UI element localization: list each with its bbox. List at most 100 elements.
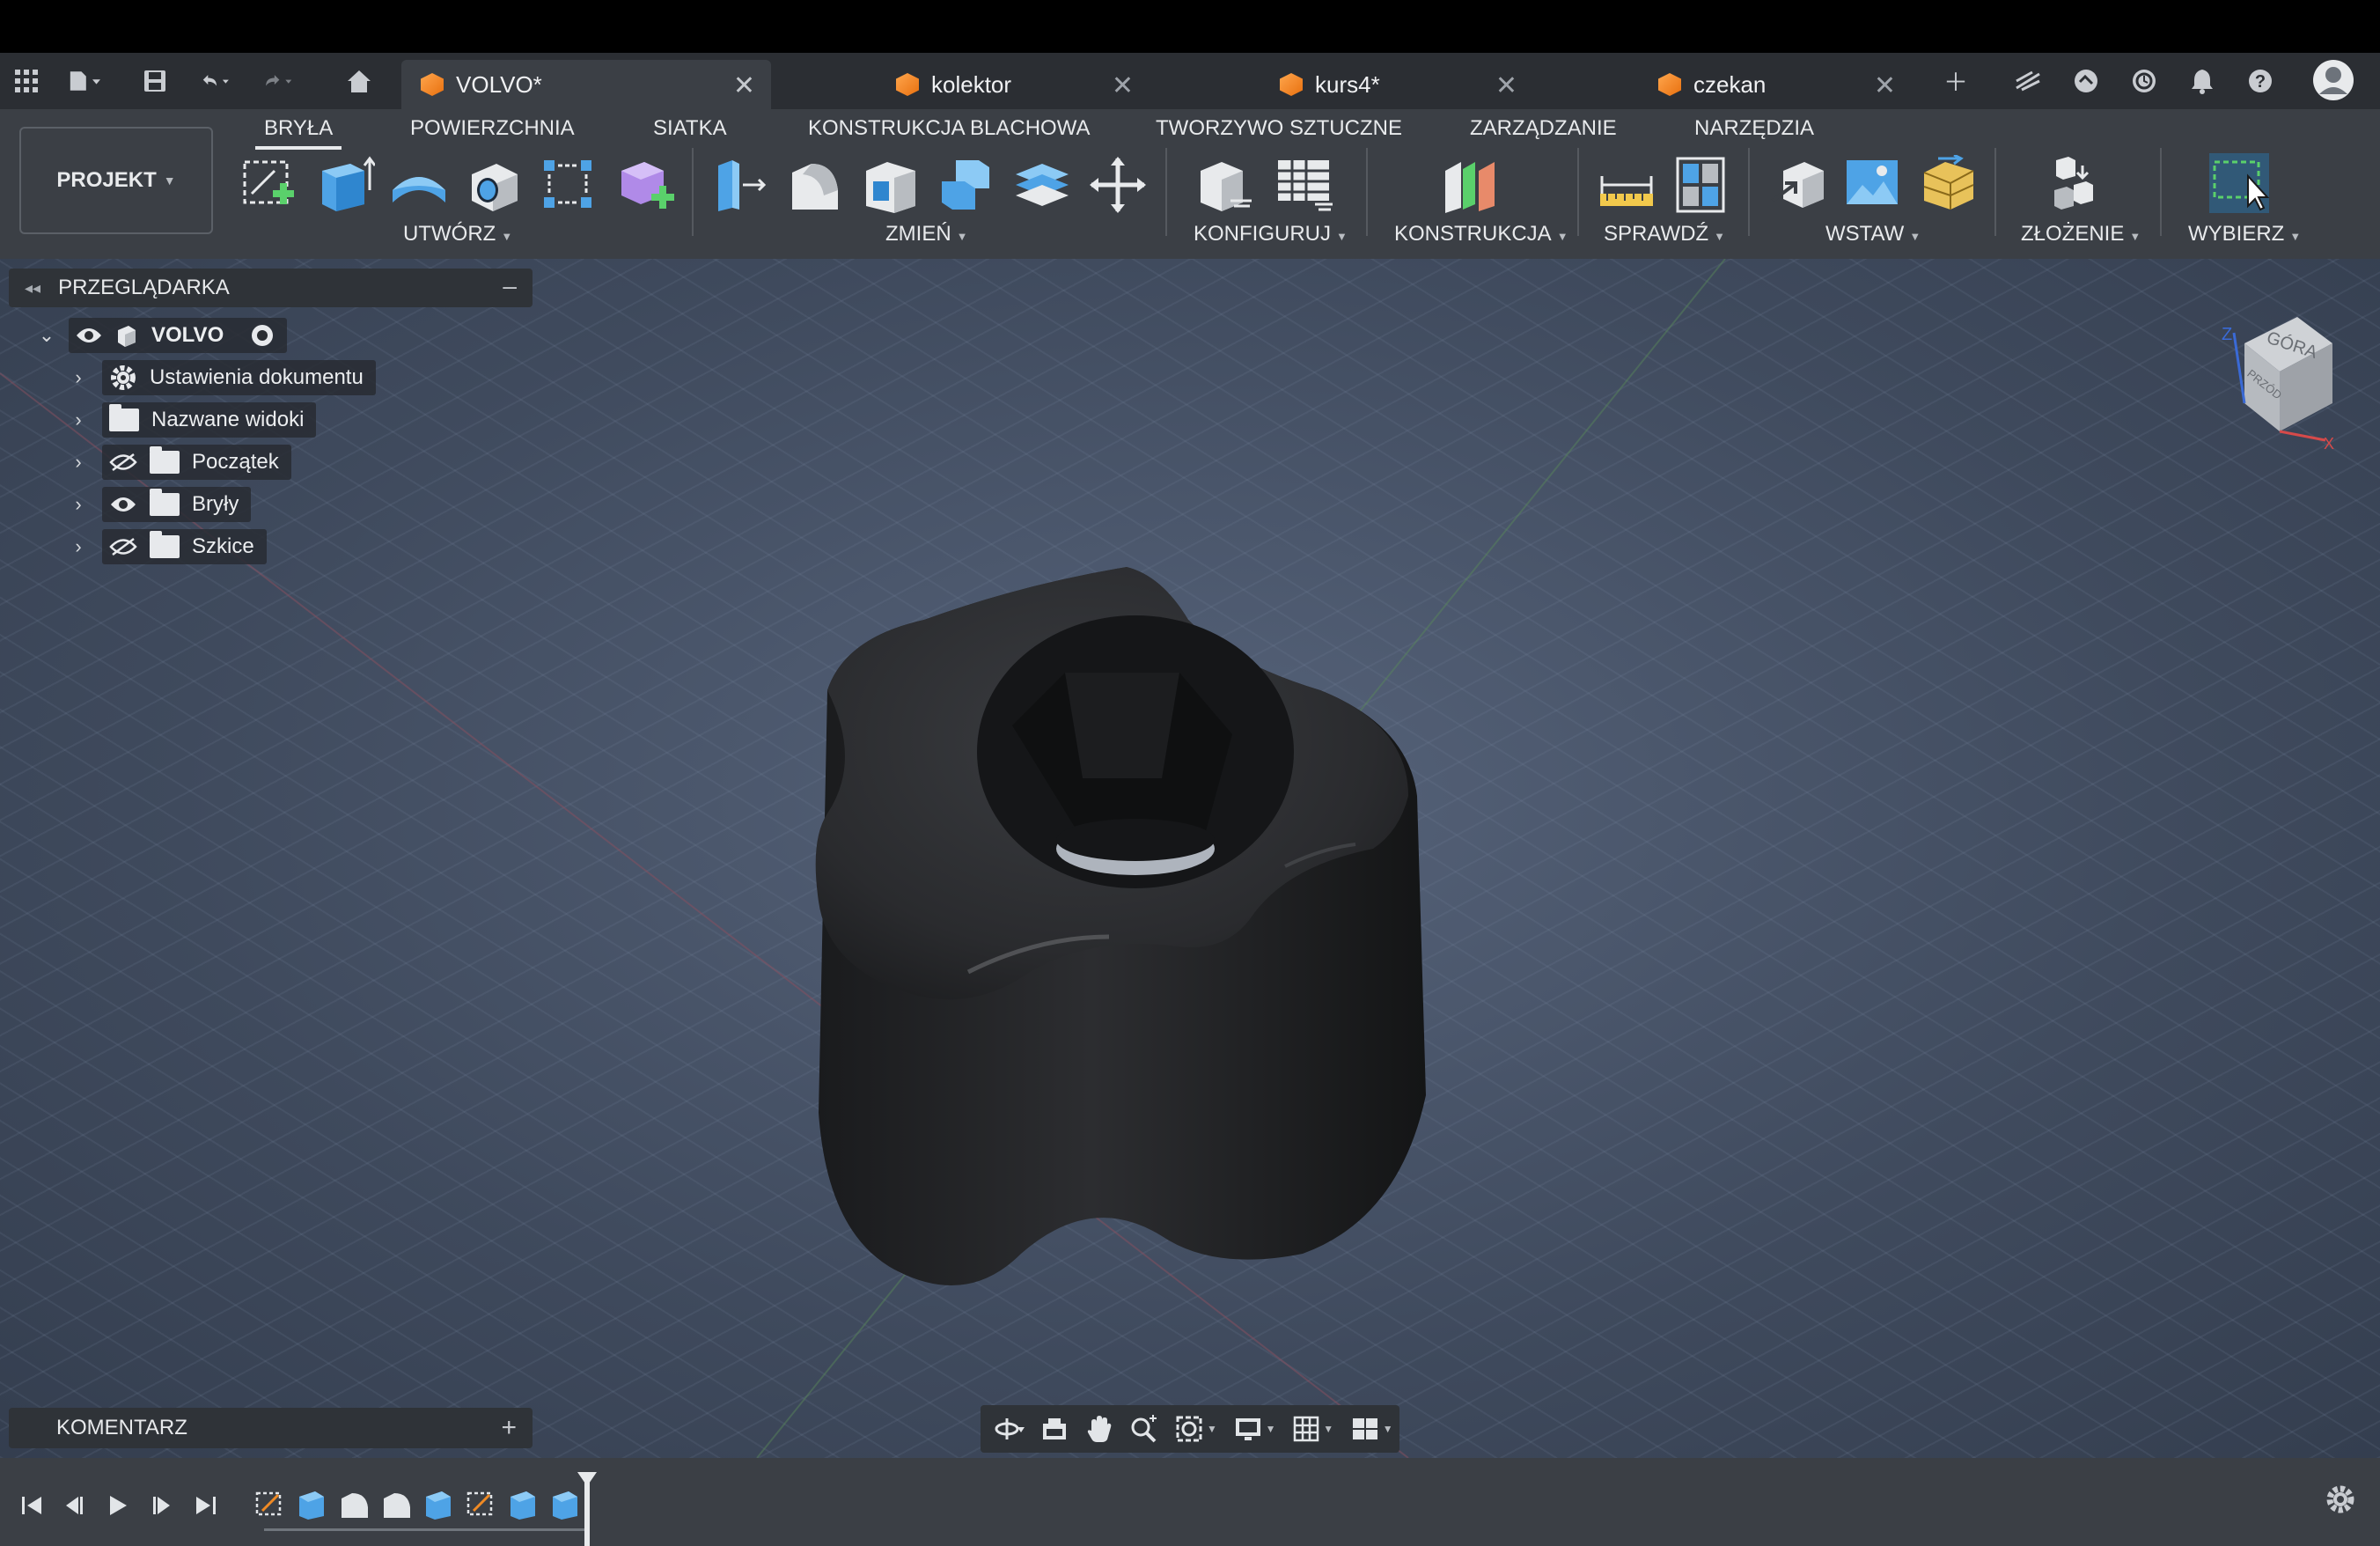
group-konstrukcja[interactable]: KONSTRUKCJA ▼ [1394, 222, 1568, 247]
timeline-extrude-feature-icon[interactable] [507, 1488, 540, 1521]
undo-icon[interactable] [201, 65, 232, 97]
group-konfiguruj[interactable]: KONFIGURUJ ▼ [1194, 222, 1348, 247]
knob-3d-model[interactable] [792, 549, 1549, 1342]
extensions-icon[interactable] [2012, 65, 2044, 97]
timeline-settings-gear-icon[interactable] [2325, 1484, 2355, 1522]
step-forward-icon[interactable] [144, 1490, 180, 1521]
browser-item-origin[interactable]: › Początek [65, 445, 291, 480]
hidden-eye-icon[interactable] [109, 453, 137, 472]
browser-item-chip[interactable]: Bryły [102, 487, 252, 522]
display-settings-icon[interactable]: ▼ [1227, 1411, 1282, 1447]
zoom-icon[interactable] [1124, 1411, 1165, 1447]
hole-icon[interactable] [465, 155, 525, 215]
step-back-icon[interactable] [56, 1490, 92, 1521]
ribbon-tab-konstrukcja-blachowa[interactable]: KONSTRUKCJA BLACHOWA [808, 116, 1091, 141]
file-menu-icon[interactable] [69, 65, 100, 97]
user-avatar-icon[interactable] [2311, 58, 2355, 102]
ribbon-tab-siatka[interactable]: SIATKA [653, 116, 727, 141]
browser-root-chip[interactable]: VOLVO [69, 318, 288, 353]
timeline-fillet-feature-icon[interactable] [380, 1488, 414, 1521]
create-form-icon[interactable] [616, 155, 676, 215]
activate-radio-icon[interactable] [250, 323, 275, 348]
workspace-switcher-button[interactable]: PROJEKT ▼ [19, 127, 213, 234]
group-wstaw[interactable]: WSTAW ▼ [1825, 222, 1921, 247]
insert-mesh-icon[interactable] [1919, 155, 1979, 215]
close-icon[interactable]: ✕ [1495, 70, 1517, 101]
viewports-layout-icon[interactable]: ▼ [1344, 1411, 1399, 1447]
close-icon[interactable]: ✕ [1874, 70, 1896, 101]
job-status-icon[interactable] [2128, 65, 2160, 97]
browser-root-row[interactable]: ⌄ VOLVO [33, 318, 288, 353]
tab-kurs4[interactable]: kurs4* ✕ [1260, 60, 1533, 109]
view-cube[interactable]: GÓRA PRZÓD Z X [2192, 308, 2341, 458]
visibility-eye-icon[interactable] [109, 495, 137, 514]
offset-face-icon[interactable] [1012, 155, 1072, 215]
ribbon-tab-powierzchnia[interactable]: POWIERZCHNIA [410, 116, 575, 141]
online-status-icon[interactable] [2070, 65, 2102, 97]
go-to-end-icon[interactable] [188, 1490, 224, 1521]
timeline-extrude-feature-icon[interactable] [549, 1488, 583, 1521]
group-sprawdz[interactable]: SPRAWDŹ ▼ [1604, 222, 1725, 247]
group-utworz[interactable]: UTWÓRZ ▼ [403, 222, 512, 247]
help-icon[interactable]: ? [2244, 65, 2276, 97]
minimize-icon[interactable]: – [503, 272, 517, 300]
group-wybierz[interactable]: WYBIERZ ▼ [2188, 222, 2301, 247]
select-icon[interactable] [2206, 150, 2273, 217]
timeline-fillet-feature-icon[interactable] [338, 1488, 371, 1521]
go-to-start-icon[interactable] [14, 1490, 49, 1521]
insert-canvas-icon[interactable] [1843, 155, 1903, 215]
timeline-sketch-feature-icon[interactable] [465, 1488, 498, 1521]
close-icon[interactable]: ✕ [1112, 70, 1134, 101]
configure-icon[interactable] [1195, 155, 1255, 215]
tab-kolektor[interactable]: kolektor ✕ [877, 60, 1150, 109]
chevron-right-icon[interactable]: › [65, 366, 92, 389]
timeline-position-marker[interactable] [584, 1477, 590, 1546]
comment-panel-header[interactable]: KOMENTARZ + [9, 1408, 533, 1448]
browser-item-sketches[interactable]: › Szkice [65, 529, 267, 564]
tab-volvo[interactable]: VOLVO* ✕ [401, 60, 771, 109]
app-grid-icon[interactable] [11, 65, 42, 97]
shell-icon[interactable] [861, 155, 921, 215]
grid-snaps-icon[interactable]: ▼ [1286, 1411, 1341, 1447]
group-zlozenie[interactable]: ZŁOŻENIE ▼ [2021, 222, 2141, 247]
redo-icon[interactable] [262, 65, 294, 97]
browser-item-document-settings[interactable]: › Ustawienia dokumentu [65, 360, 376, 395]
collapse-panel-icon[interactable]: ◂◂ [25, 279, 40, 298]
look-at-icon[interactable] [1034, 1411, 1076, 1447]
visibility-eye-icon[interactable] [76, 327, 102, 344]
browser-item-chip[interactable]: Nazwane widoki [102, 402, 317, 438]
browser-item-named-views[interactable]: › Nazwane widoki [65, 402, 317, 438]
play-icon[interactable] [100, 1490, 136, 1521]
timeline-sketch-feature-icon[interactable] [253, 1488, 287, 1521]
measure-icon[interactable] [1597, 155, 1656, 215]
browser-panel-header[interactable]: ◂◂ PRZEGLĄDARKA – [9, 269, 533, 307]
tab-czekan[interactable]: czekan ✕ [1639, 60, 1912, 109]
fillet-icon[interactable] [785, 155, 845, 215]
extrude-icon[interactable] [315, 155, 375, 215]
close-icon[interactable]: ✕ [733, 70, 755, 101]
create-sketch-icon[interactable] [239, 155, 299, 215]
group-zmien[interactable]: ZMIEŃ ▼ [885, 222, 968, 247]
configuration-table-icon[interactable] [1274, 155, 1334, 215]
chevron-down-icon[interactable]: ⌄ [33, 324, 60, 347]
section-analysis-icon[interactable] [1671, 155, 1730, 215]
save-icon[interactable] [139, 65, 171, 97]
ribbon-tab-narzedzia[interactable]: NARZĘDZIA [1694, 116, 1814, 141]
notifications-bell-icon[interactable] [2186, 65, 2218, 97]
chevron-right-icon[interactable]: › [65, 451, 92, 474]
fit-window-icon[interactable]: ▼ [1169, 1411, 1224, 1447]
revolve-icon[interactable] [389, 155, 449, 215]
press-pull-icon[interactable] [709, 155, 769, 215]
move-copy-icon[interactable] [1088, 155, 1148, 215]
orbit-icon[interactable] [989, 1411, 1031, 1447]
ribbon-tab-zarzadzanie[interactable]: ZARZĄDZANIE [1470, 116, 1617, 141]
chevron-right-icon[interactable]: › [65, 409, 92, 431]
chevron-right-icon[interactable]: › [65, 493, 92, 516]
timeline-extrude-feature-icon[interactable] [422, 1488, 456, 1521]
browser-item-chip[interactable]: Szkice [102, 529, 267, 564]
browser-item-chip[interactable]: Początek [102, 445, 291, 480]
add-comment-plus-icon[interactable]: + [501, 1413, 517, 1443]
3d-viewport[interactable]: GÓRA PRZÓD Z X [0, 259, 2380, 1458]
new-component-icon[interactable] [2047, 155, 2107, 215]
new-tab-plus-icon[interactable]: ＋ [1940, 65, 1972, 97]
